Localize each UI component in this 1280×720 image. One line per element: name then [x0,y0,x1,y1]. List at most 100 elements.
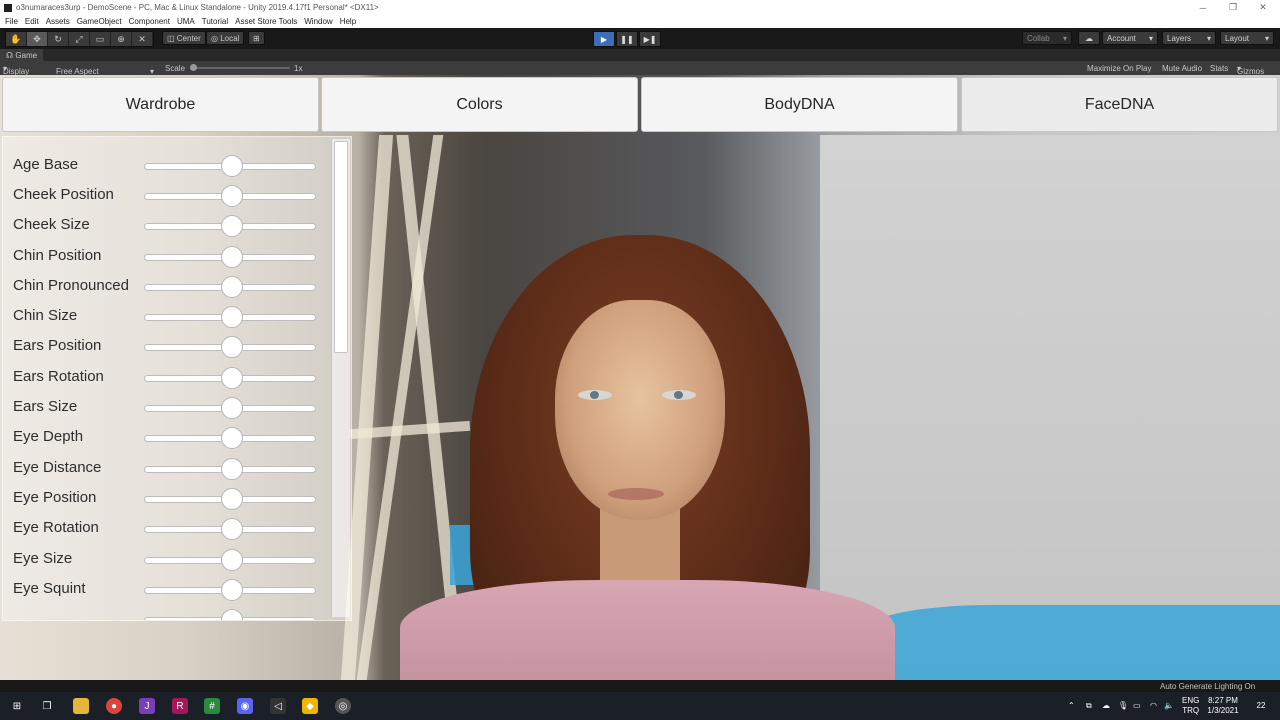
scale-tool-icon[interactable]: ⤢ [69,32,90,46]
transform-tools: ✋ ✥ ↻ ⤢ ▭ ⊕ ✕ [5,31,154,47]
slider-knob[interactable] [221,458,243,480]
slider-knob[interactable] [221,246,243,268]
dna-slider-row: Ears Rotation [3,364,333,394]
layout-dropdown[interactable]: Layout ▾ [1220,31,1274,45]
dna-slider-row: Chin Size [3,303,333,333]
maximize-on-play-toggle[interactable]: Maximize On Play [1087,64,1151,73]
transform-tool-icon[interactable]: ⊕ [111,32,132,46]
slider-knob[interactable] [221,579,243,601]
slider-knob[interactable] [221,276,243,298]
stats-toggle[interactable]: Stats [1210,64,1228,73]
chevron-up-icon[interactable]: ⌃ [1068,692,1075,720]
rider-icon[interactable]: R [172,698,188,714]
mute-audio-toggle[interactable]: Mute Audio [1162,64,1202,73]
tab-game[interactable]: ☊ Game [0,49,44,61]
language-indicator[interactable]: ENG TRQ [1182,692,1199,720]
notification-icon[interactable]: 22 [1250,692,1272,720]
slider-knob[interactable] [221,367,243,389]
menu-file[interactable]: File [5,17,18,26]
character-left-eye [578,390,612,400]
game-viewport[interactable]: Wardrobe Colors BodyDNA FaceDNA Age Base… [0,75,1280,680]
gizmos-dropdown[interactable]: Gizmos ▾ [1237,64,1264,76]
unity-editor-icon[interactable]: ◎ [335,698,351,714]
menu-asset-store-tools[interactable]: Asset Store Tools [235,17,297,26]
display-dropdown[interactable]: Display 1 ▾ [3,64,29,85]
scale-slider-knob[interactable] [190,64,197,71]
slider-knob[interactable] [221,155,243,177]
bodydna-button[interactable]: BodyDNA [641,77,958,132]
scrollbar-thumb[interactable] [334,141,348,353]
play-icon[interactable]: ▶ [593,31,615,47]
slider-knob[interactable] [221,518,243,540]
colors-button[interactable]: Colors [321,77,638,132]
dna-slider-row: Eye Depth [3,424,333,454]
slider-label: Chin Position [13,247,102,264]
battery-icon[interactable]: ▭ [1133,692,1141,720]
pause-icon[interactable]: ❚❚ [616,31,638,47]
minimize-button[interactable]: ─ [1188,0,1218,15]
slider-knob[interactable] [221,427,243,449]
scale-slider[interactable] [190,67,290,69]
slider-knob[interactable] [221,215,243,237]
file-explorer-icon[interactable] [73,698,89,714]
task-view-icon[interactable]: ❐ [39,698,55,714]
chrome-icon[interactable]: ● [106,698,122,714]
slider-knob[interactable] [221,336,243,358]
rotate-tool-icon[interactable]: ↻ [48,32,69,46]
facedna-button[interactable]: FaceDNA [961,77,1278,132]
menu-edit[interactable]: Edit [25,17,39,26]
slider-knob[interactable] [221,609,243,620]
slider-label: Cheek Size [13,216,90,233]
close-button[interactable]: ✕ [1248,0,1278,15]
scale-value: 1x [294,64,303,73]
unity-hub-icon[interactable]: ◁ [270,698,286,714]
discord-icon[interactable]: ◉ [237,698,253,714]
menu-tutorial[interactable]: Tutorial [202,17,228,26]
dna-slider-row: Eye Position [3,485,333,515]
restore-button[interactable]: ❐ [1218,0,1248,15]
menu-help[interactable]: Help [340,17,356,26]
wifi-icon[interactable]: ◠ [1150,692,1157,720]
pivot-center-toggle[interactable]: ◫ Center [162,31,206,45]
cloud-tray-icon[interactable]: ☁ [1102,692,1110,720]
volume-icon[interactable]: 🔈 [1164,692,1174,720]
wardrobe-button[interactable]: Wardrobe [2,77,319,132]
dna-slider-row: Age Base [3,152,333,182]
slider-label: Ears Position [13,337,102,354]
network-icon[interactable]: ⧉ [1086,692,1092,720]
cloud-icon[interactable]: ☁ [1078,31,1100,45]
slider-knob[interactable] [221,549,243,571]
custom-tool-icon[interactable]: ✕ [132,32,153,46]
collab-dropdown[interactable]: Collab ▾ [1022,31,1072,45]
slider-label: Age Base [13,156,79,173]
character-mouth [608,488,664,500]
rect-tool-icon[interactable]: ▭ [90,32,111,46]
slider-knob[interactable] [221,306,243,328]
account-dropdown[interactable]: Account ▾ [1102,31,1158,45]
menu-window[interactable]: Window [304,17,332,26]
snap-icon[interactable]: ⊞ [248,31,265,45]
step-icon[interactable]: ▶❚ [639,31,661,47]
slider-label: Eye Squint [13,580,86,597]
slider-knob[interactable] [221,488,243,510]
layers-dropdown[interactable]: Layers ▾ [1162,31,1216,45]
layers-label: Layers [1167,33,1192,43]
clock[interactable]: 8:27 PM 1/3/2021 [1206,692,1240,720]
window-titlebar: o3numaraces3urp - DemoScene - PC, Mac & … [0,0,1280,15]
sourcetree-icon[interactable]: ◆ [302,698,318,714]
menu-gameobject[interactable]: GameObject [77,17,122,26]
slider-knob[interactable] [221,397,243,419]
menu-uma[interactable]: UMA [177,17,195,26]
microphone-icon[interactable]: 🎙 [1118,692,1128,720]
panel-scrollbar[interactable] [331,139,350,617]
slider-knob[interactable] [221,185,243,207]
jetbrains-icon[interactable]: J [139,698,155,714]
status-message: Auto Generate Lighting On [1160,682,1256,691]
menu-assets[interactable]: Assets [46,17,70,26]
hand-tool-icon[interactable]: ✋ [6,32,27,46]
menu-component[interactable]: Component [129,17,170,26]
pivot-local-toggle[interactable]: ◎ Local [206,31,245,45]
move-tool-icon[interactable]: ✥ [27,32,48,46]
slack-icon[interactable]: # [204,698,220,714]
windows-start-icon[interactable]: ⊞ [9,698,25,714]
